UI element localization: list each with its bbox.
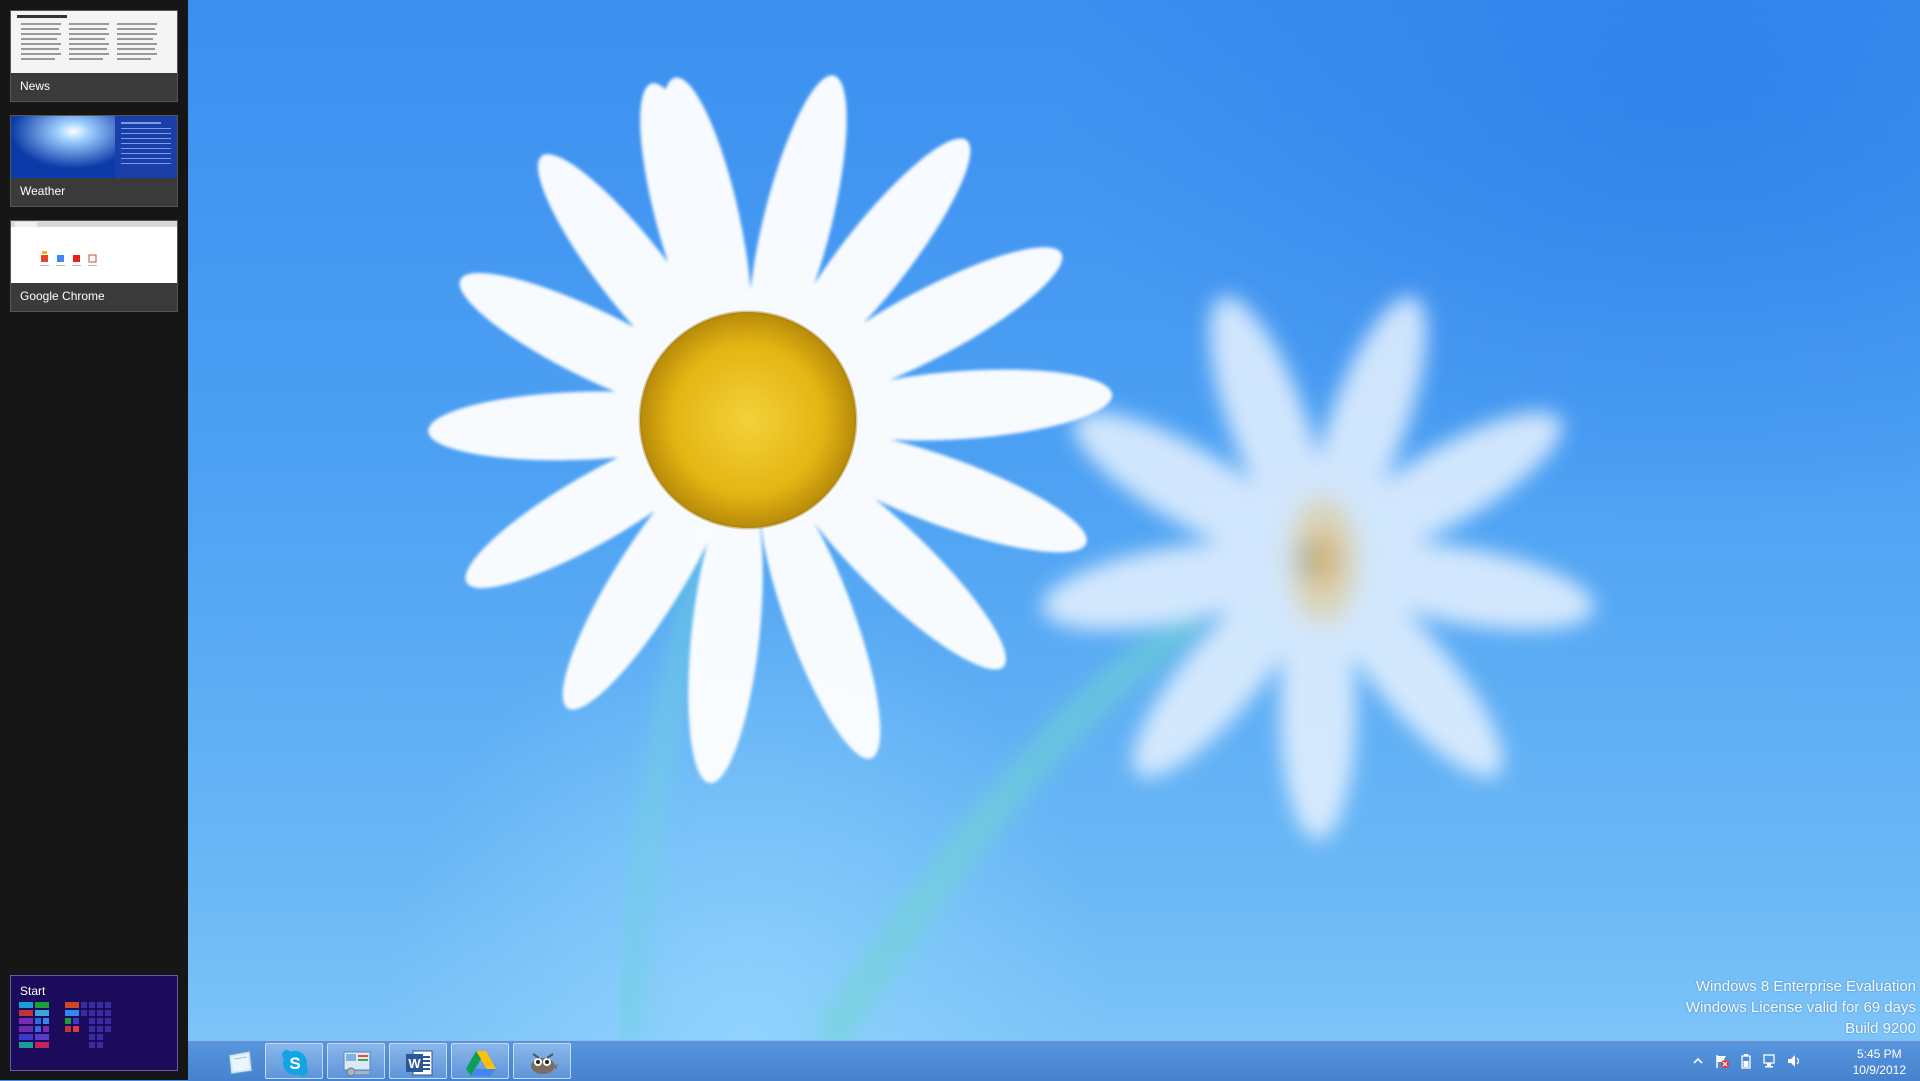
- desktop-wallpaper: [188, 0, 1920, 1040]
- switch-item-news-label: News: [20, 79, 51, 93]
- clock[interactable]: 5:45 PM 10/9/2012: [1853, 1046, 1906, 1078]
- app-switch-list: News Weather Google Chrome Start: [0, 0, 188, 1080]
- network-icon[interactable]: [1762, 1053, 1778, 1069]
- skype-button[interactable]: S: [265, 1043, 323, 1079]
- action-center-flag-icon[interactable]: [1714, 1053, 1730, 1069]
- windows-evaluation-watermark: Windows 8 Enterprise Evaluation Windows …: [1686, 976, 1916, 1039]
- file-explorer-button[interactable]: [211, 1043, 269, 1079]
- switch-item-google-chrome[interactable]: Google Chrome: [10, 220, 178, 312]
- watermark-build: Build 9200: [1845, 1020, 1916, 1037]
- switch-item-news[interactable]: News: [10, 10, 178, 102]
- daisy-wallpaper-image: [428, 75, 1594, 1040]
- svg-text:S: S: [289, 1054, 300, 1073]
- gimp-button[interactable]: [513, 1043, 571, 1079]
- word-button[interactable]: W: [389, 1043, 447, 1079]
- word-icon: W: [406, 1050, 433, 1076]
- weather-preview-thumbnail: [11, 116, 177, 178]
- control-panel-button[interactable]: [327, 1043, 385, 1079]
- watermark-license: Windows License valid for 69 days: [1685, 999, 1916, 1016]
- start-screen-thumbnail[interactable]: Start: [10, 975, 178, 1071]
- show-hidden-icons-chevron-icon[interactable]: [1690, 1053, 1706, 1069]
- svg-text:W: W: [408, 1056, 421, 1071]
- control-panel-icon: [343, 1051, 371, 1077]
- clock-time: 5:45 PM: [1856, 1047, 1902, 1061]
- volume-icon[interactable]: [1786, 1053, 1802, 1069]
- switch-item-weather-label: Weather: [20, 184, 66, 198]
- google-drive-icon: [466, 1051, 496, 1076]
- chrome-preview-thumbnail: [11, 221, 177, 283]
- gimp-icon: [531, 1053, 558, 1074]
- switch-item-google-chrome-label: Google Chrome: [20, 289, 105, 303]
- start-tiles-icon: [19, 1002, 111, 1048]
- google-drive-button[interactable]: [451, 1043, 509, 1079]
- clock-date: 10/9/2012: [1852, 1063, 1906, 1077]
- power-icon[interactable]: [1738, 1053, 1754, 1069]
- switch-item-weather[interactable]: Weather: [10, 115, 178, 207]
- watermark-edition: Windows 8 Enterprise Evaluation: [1695, 978, 1916, 995]
- taskbar: S W 5:45 PM 10/9/2012: [188, 1040, 1920, 1081]
- file-explorer-icon: [228, 1050, 253, 1075]
- start-label: Start: [20, 984, 46, 998]
- skype-icon: S: [282, 1050, 308, 1076]
- news-preview-thumbnail: [11, 11, 177, 73]
- system-tray: 5:45 PM 10/9/2012: [1690, 1041, 1920, 1081]
